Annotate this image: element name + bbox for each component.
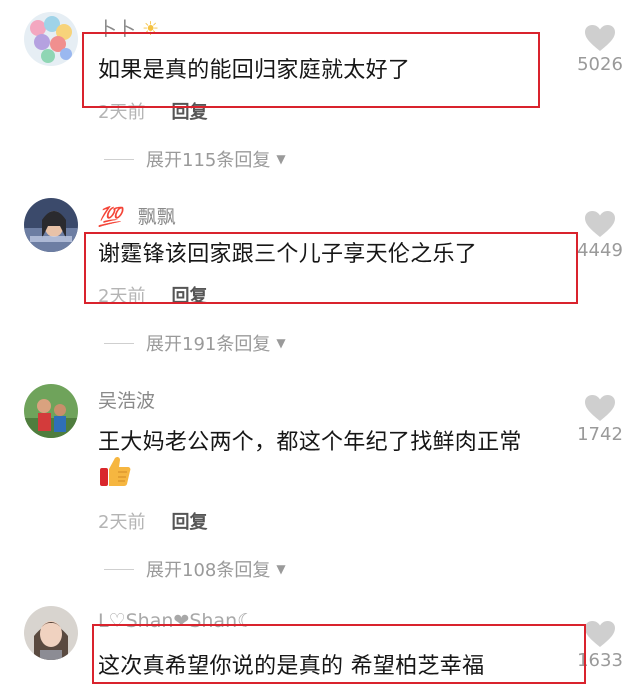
avatar[interactable] xyxy=(24,384,78,438)
heart-icon xyxy=(585,621,615,647)
timestamp: 2天前 xyxy=(98,512,146,533)
hundred-points-icon: 💯 xyxy=(98,206,122,228)
like-count: 1742 xyxy=(577,424,623,445)
comment-text: 王大妈老公两个，都这个年纪了找鲜肉正常 xyxy=(98,430,522,455)
username[interactable]: 💯 飘飘 xyxy=(98,202,176,229)
divider xyxy=(104,158,134,160)
comment-meta: 2天前 回复 xyxy=(98,508,207,534)
heart-icon xyxy=(585,25,615,51)
chevron-down-icon: ▼ xyxy=(276,152,286,166)
expand-replies-button[interactable]: 展开191条回复 ▼ xyxy=(104,330,286,356)
expand-replies-button[interactable]: 展开115条回复 ▼ xyxy=(104,146,286,172)
highlight-box xyxy=(82,32,540,108)
username[interactable]: 吴浩波 xyxy=(98,386,155,413)
comment-list: 卜卜 ☀ 如果是真的能回归家庭就太好了 2天前 回复 5026 展开115条回复 … xyxy=(0,0,640,686)
divider xyxy=(104,568,134,570)
like-button[interactable]: 1742 xyxy=(568,394,632,445)
divider xyxy=(104,342,134,344)
thumbs-up-icon xyxy=(100,456,131,486)
reply-button[interactable]: 回复 xyxy=(171,512,207,533)
expand-replies-button[interactable]: 展开108条回复 ▼ xyxy=(104,556,286,582)
chevron-down-icon: ▼ xyxy=(276,562,286,576)
like-button[interactable]: 5026 xyxy=(568,24,632,75)
highlight-box xyxy=(84,232,578,304)
avatar[interactable] xyxy=(24,12,78,66)
heart-icon xyxy=(585,395,615,421)
highlight-box xyxy=(92,624,586,684)
heart-icon xyxy=(585,211,615,237)
avatar[interactable] xyxy=(24,198,78,252)
like-count: 5026 xyxy=(577,54,623,75)
avatar[interactable] xyxy=(24,606,78,660)
chevron-down-icon: ▼ xyxy=(276,336,286,350)
